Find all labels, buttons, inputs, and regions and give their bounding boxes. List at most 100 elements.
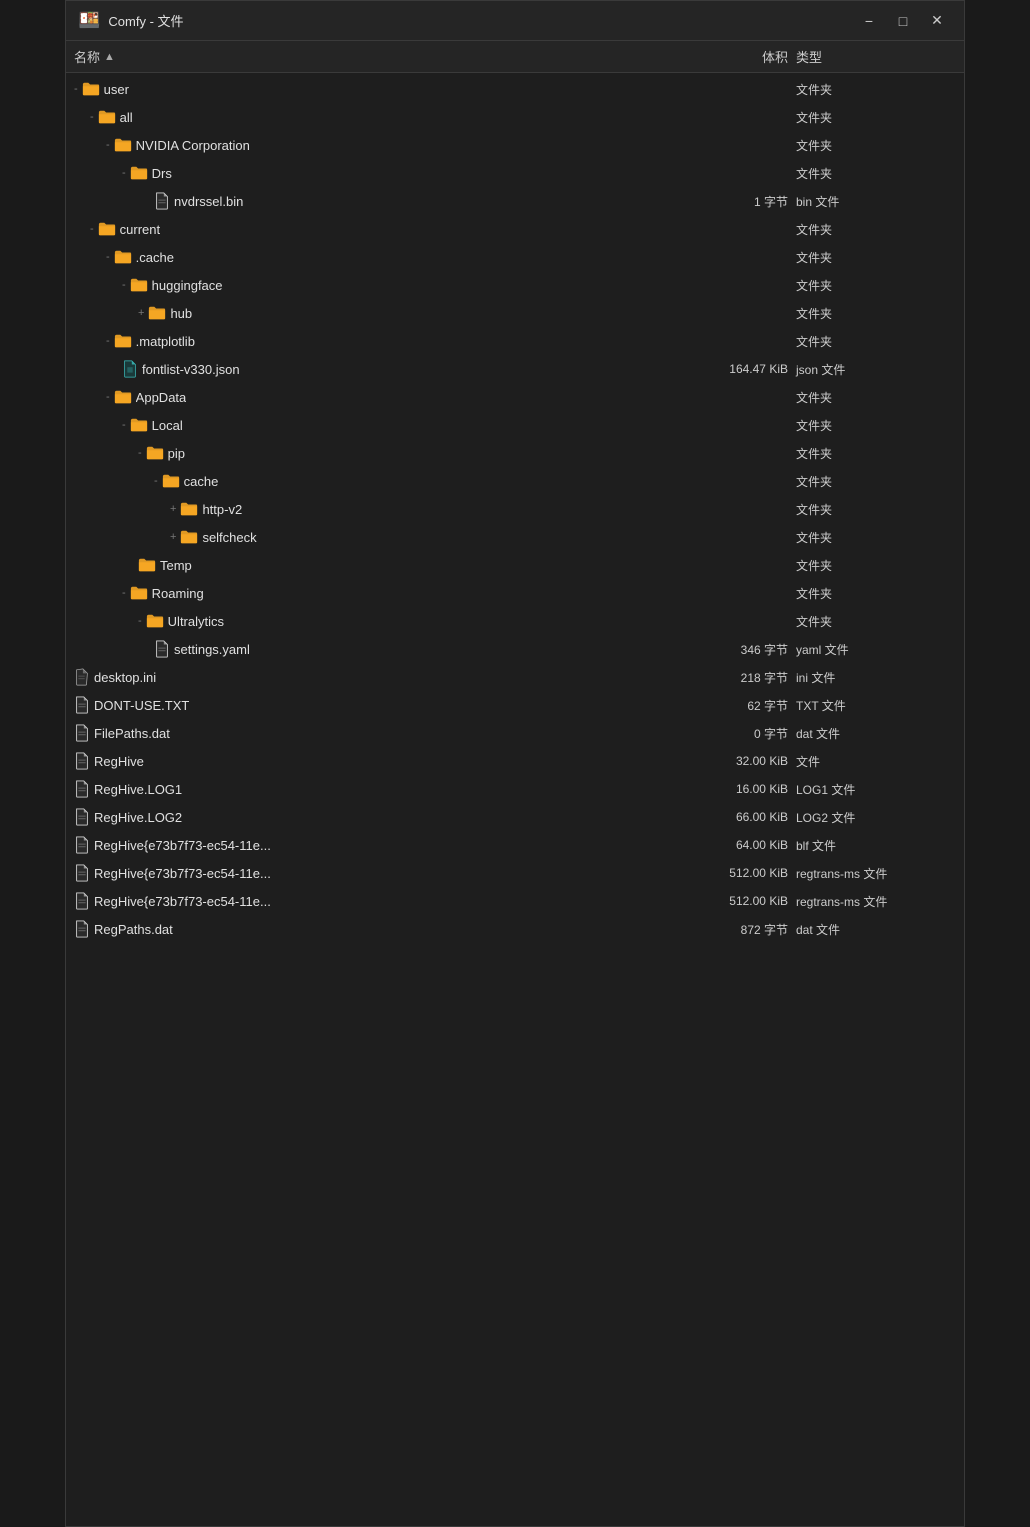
column-headers: 名称 ▲ 体积 类型 [66,41,964,73]
file-name: RegHive{e73b7f73-ec54-11e... [94,894,271,909]
folder-icon [98,221,116,237]
file-size: 346 字节 [666,641,796,658]
file-name: Drs [152,166,172,181]
list-item[interactable]: RegHive32.00 KiB文件 [66,747,964,775]
file-type: regtrans-ms 文件 [796,865,956,882]
file-type: 文件 [796,753,956,770]
file-name: RegHive [94,754,144,769]
file-size: 64.00 KiB [666,838,796,852]
list-item[interactable]: + hub文件夹 [66,299,964,327]
file-name: all [120,110,133,125]
teal-file-icon [122,360,138,378]
folder-icon [114,333,132,349]
file-name: .cache [136,250,174,265]
type-header[interactable]: 类型 [796,47,956,66]
list-item[interactable]: RegHive.LOG2 66.00 KiBLOG2 文件 [66,803,964,831]
file-name: RegHive.LOG2 [94,810,182,825]
folder-icon [180,529,198,545]
list-item[interactable]: + http-v2文件夹 [66,495,964,523]
file-name: current [120,222,160,237]
file-name: cache [184,474,219,489]
list-item[interactable]: RegHive{e73b7f73-ec54-11e...64.00 KiBblf… [66,831,964,859]
name-header[interactable]: 名称 ▲ [74,47,666,66]
list-item[interactable]: FilePaths.dat0 字节dat 文件 [66,719,964,747]
file-name: Temp [160,558,192,573]
list-item[interactable]: - .cache文件夹 [66,243,964,271]
list-item[interactable]: nvdrssel.bin1 字节bin 文件 [66,187,964,215]
file-type: 文件夹 [796,305,956,322]
file-icon [74,724,90,742]
list-item[interactable]: - Drs文件夹 [66,159,964,187]
file-size: 218 字节 [666,669,796,686]
list-item[interactable]: RegHive.LOG116.00 KiBLOG1 文件 [66,775,964,803]
file-type: dat 文件 [796,725,956,742]
list-item[interactable]: - huggingface文件夹 [66,271,964,299]
list-item[interactable]: - .matplotlib文件夹 [66,327,964,355]
list-item[interactable]: - Roaming文件夹 [66,579,964,607]
list-item[interactable]: RegHive{e73b7f73-ec54-11e...512.00 KiBre… [66,859,964,887]
folder-icon [162,473,180,489]
file-name: RegPaths.dat [94,922,173,937]
list-item[interactable]: RegPaths.dat872 字节dat 文件 [66,915,964,943]
file-icon [74,696,90,714]
tree-prefix-icon: - [90,111,94,123]
list-item[interactable]: fontlist-v330.json164.47 KiBjson 文件 [66,355,964,383]
file-type: ini 文件 [796,669,956,686]
folder-icon [130,165,148,181]
list-item[interactable]: DONT-USE.TXT62 字节TXT 文件 [66,691,964,719]
size-header[interactable]: 体积 [666,47,796,66]
list-item[interactable]: - all文件夹 [66,103,964,131]
main-window: 🍱 Comfy - 文件 − □ ✕ 名称 ▲ 体积 类型 - user文件夹-… [65,0,965,1527]
window-title: Comfy - 文件 [108,11,183,30]
file-icon [74,808,90,826]
list-item[interactable]: - Local 文件夹 [66,411,964,439]
list-item[interactable]: settings.yaml346 字节yaml 文件 [66,635,964,663]
list-item[interactable]: desktop.ini218 字节ini 文件 [66,663,964,691]
file-type: TXT 文件 [796,697,956,714]
file-list[interactable]: - user文件夹- all文件夹- NVIDIA Corporation文件夹… [66,73,964,1526]
folder-icon [148,305,166,321]
folder-icon [146,613,164,629]
app-icon: 🍱 [78,10,100,31]
file-size: 164.47 KiB [666,362,796,376]
file-type: LOG2 文件 [796,809,956,826]
file-type: 文件夹 [796,417,956,434]
file-size: 66.00 KiB [666,810,796,824]
window-controls: − □ ✕ [854,9,952,33]
file-type: 文件夹 [796,333,956,350]
file-size: 512.00 KiB [666,866,796,880]
list-item[interactable]: - NVIDIA Corporation文件夹 [66,131,964,159]
file-name: http-v2 [202,502,242,517]
tree-prefix-icon: - [138,447,142,459]
folder-icon [130,585,148,601]
maximize-button[interactable]: □ [888,9,918,33]
tree-prefix-icon: - [74,83,78,95]
list-item[interactable]: - pip文件夹 [66,439,964,467]
file-type: dat 文件 [796,921,956,938]
file-icon [74,892,90,910]
list-item[interactable]: - cache文件夹 [66,467,964,495]
tree-prefix-icon: + [170,503,176,515]
file-type: 文件夹 [796,445,956,462]
folder-icon [98,109,116,125]
list-item[interactable]: RegHive{e73b7f73-ec54-11e...512.00 KiBre… [66,887,964,915]
file-type: json 文件 [796,361,956,378]
file-size: 0 字节 [666,725,796,742]
list-item[interactable]: Temp文件夹 [66,551,964,579]
list-item[interactable]: - AppData文件夹 [66,383,964,411]
tree-prefix-icon: - [122,419,126,431]
file-name: Local [152,418,183,433]
list-item[interactable]: - Ultralytics文件夹 [66,607,964,635]
file-type: 文件夹 [796,529,956,546]
list-item[interactable]: - current文件夹 [66,215,964,243]
titlebar: 🍱 Comfy - 文件 − □ ✕ [66,1,964,41]
file-name: RegHive{e73b7f73-ec54-11e... [94,838,271,853]
minimize-button[interactable]: − [854,9,884,33]
file-type: 文件夹 [796,221,956,238]
file-icon [74,752,90,770]
tree-prefix-icon: - [106,251,110,263]
close-button[interactable]: ✕ [922,9,952,33]
list-item[interactable]: + selfcheck文件夹 [66,523,964,551]
tree-prefix-icon: - [106,139,110,151]
list-item[interactable]: - user文件夹 [66,75,964,103]
